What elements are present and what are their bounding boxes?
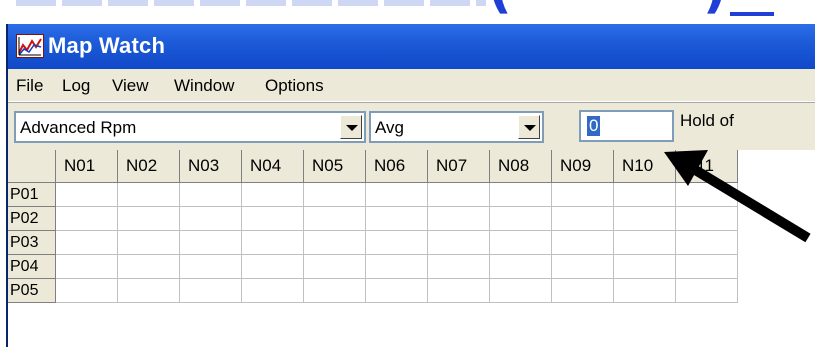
- row-header-p05[interactable]: P05: [8, 279, 56, 303]
- grid-cell[interactable]: [118, 207, 180, 231]
- grid-cell[interactable]: [118, 183, 180, 207]
- grid-cell[interactable]: [304, 279, 366, 303]
- menu-options[interactable]: Options: [265, 76, 324, 96]
- cropped-link-paren: ): [703, 0, 727, 20]
- faint-text-row: [16, 0, 486, 6]
- hold-label: Hold of: [680, 111, 734, 130]
- grid-cell[interactable]: [614, 231, 676, 255]
- grid-cell[interactable]: [428, 279, 490, 303]
- grid-cell[interactable]: [490, 207, 552, 231]
- column-header-n04[interactable]: N04: [242, 150, 304, 183]
- column-header-n06[interactable]: N06: [366, 150, 428, 183]
- menu-view[interactable]: View: [112, 76, 149, 96]
- grid-cell[interactable]: [242, 255, 304, 279]
- grid-cell[interactable]: [180, 207, 242, 231]
- parameter-select-dropdown-button[interactable]: [340, 115, 362, 139]
- grid-cell[interactable]: [366, 255, 428, 279]
- grid-cell[interactable]: [552, 231, 614, 255]
- column-header-n08[interactable]: N08: [490, 150, 552, 183]
- column-header-n11[interactable]: N11: [676, 150, 738, 183]
- grid-cell[interactable]: [490, 255, 552, 279]
- grid-cell[interactable]: [56, 255, 118, 279]
- cropped-link-underline: [730, 0, 774, 16]
- window-title: Map Watch: [48, 33, 166, 58]
- grid-cell[interactable]: [490, 183, 552, 207]
- menu-bar: File Log View Window Options: [8, 69, 815, 102]
- parameter-select-value: Advanced Rpm: [20, 118, 137, 137]
- column-header-n10[interactable]: N10: [614, 150, 676, 183]
- grid-cell[interactable]: [490, 231, 552, 255]
- grid-cell[interactable]: [366, 279, 428, 303]
- grid-cell[interactable]: [676, 255, 738, 279]
- grid-cell[interactable]: [242, 279, 304, 303]
- map-watch-window: Map Watch File Log View Window Options A…: [6, 24, 815, 347]
- column-header-n09[interactable]: N09: [552, 150, 614, 183]
- hold-value-selected-text: 0: [587, 116, 601, 136]
- grid-cell[interactable]: [56, 207, 118, 231]
- grid-cell[interactable]: [676, 231, 738, 255]
- grid-cell[interactable]: [180, 183, 242, 207]
- grid-cell[interactable]: [242, 207, 304, 231]
- row-header-p01[interactable]: P01: [8, 183, 56, 207]
- grid-cell[interactable]: [614, 279, 676, 303]
- grid-cell[interactable]: [180, 231, 242, 255]
- mode-select[interactable]: Avg: [369, 111, 544, 143]
- grid-cell[interactable]: [118, 255, 180, 279]
- grid-cell[interactable]: [428, 255, 490, 279]
- grid-cell[interactable]: [366, 207, 428, 231]
- grid-cell[interactable]: [242, 183, 304, 207]
- top-strip: ( ): [0, 0, 815, 24]
- chart-icon: [16, 34, 44, 58]
- mode-select-value: Avg: [375, 118, 404, 137]
- column-header-n05[interactable]: N05: [304, 150, 366, 183]
- grid-cell[interactable]: [118, 279, 180, 303]
- grid-cell[interactable]: [552, 207, 614, 231]
- grid-cell[interactable]: [552, 255, 614, 279]
- chevron-down-icon: [346, 125, 358, 131]
- grid-cell[interactable]: [552, 183, 614, 207]
- grid-cell[interactable]: [304, 207, 366, 231]
- mode-select-dropdown-button[interactable]: [518, 115, 540, 139]
- grid-cell[interactable]: [676, 279, 738, 303]
- grid-cell[interactable]: [118, 231, 180, 255]
- title-bar[interactable]: Map Watch: [8, 24, 815, 69]
- grid-cell[interactable]: [56, 231, 118, 255]
- grid-cell[interactable]: [552, 279, 614, 303]
- grid-cell[interactable]: [180, 279, 242, 303]
- row-header-p04[interactable]: P04: [8, 255, 56, 279]
- menu-window[interactable]: Window: [174, 76, 234, 96]
- grid-cell[interactable]: [428, 231, 490, 255]
- row-header-p03[interactable]: P03: [8, 231, 56, 255]
- grid-cell[interactable]: [56, 183, 118, 207]
- grid-cell[interactable]: [676, 207, 738, 231]
- cropped-link-text: (: [488, 0, 512, 20]
- parameter-select[interactable]: Advanced Rpm: [14, 111, 366, 143]
- menu-file[interactable]: File: [16, 76, 43, 96]
- menu-log[interactable]: Log: [62, 76, 90, 96]
- grid-cell[interactable]: [428, 183, 490, 207]
- grid-cell[interactable]: [490, 279, 552, 303]
- chevron-down-icon: [524, 125, 536, 131]
- row-header-p02[interactable]: P02: [8, 207, 56, 231]
- grid-cell[interactable]: [242, 231, 304, 255]
- grid-cell[interactable]: [614, 255, 676, 279]
- grid-cell[interactable]: [304, 255, 366, 279]
- grid-cell[interactable]: [676, 183, 738, 207]
- grid-cell[interactable]: [180, 255, 242, 279]
- column-header-n02[interactable]: N02: [118, 150, 180, 183]
- grid-cell[interactable]: [614, 183, 676, 207]
- grid-cell[interactable]: [56, 279, 118, 303]
- grid-cell[interactable]: [428, 207, 490, 231]
- grid-corner: [8, 150, 56, 183]
- column-header-n03[interactable]: N03: [180, 150, 242, 183]
- column-header-n01[interactable]: N01: [56, 150, 118, 183]
- data-grid: N01 N02 N03 N04 N05 N06 N07 N08 N09 N10 N11 P01 P02 P…: [8, 150, 815, 347]
- column-header-n07[interactable]: N07: [428, 150, 490, 183]
- grid-cell[interactable]: [366, 231, 428, 255]
- grid-cell[interactable]: [304, 183, 366, 207]
- hold-value-input[interactable]: 0: [579, 110, 674, 142]
- grid-cell[interactable]: [614, 207, 676, 231]
- grid-cell[interactable]: [366, 183, 428, 207]
- grid-cell[interactable]: [304, 231, 366, 255]
